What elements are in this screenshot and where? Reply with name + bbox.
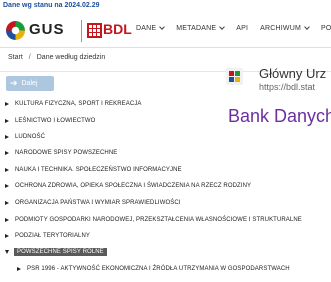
tree-item-podzial-terytorialny[interactable]: PODZIAŁ TERYTORIALNY bbox=[5, 230, 90, 242]
tree-item-label: NAUKA I TECHNIKA. SPOŁECZEŃSTWO INFORMAC… bbox=[15, 167, 182, 173]
tree-item-label: PODZIAŁ TERYTORIALNY bbox=[15, 233, 91, 239]
logo-divider bbox=[81, 20, 82, 42]
top-navbar: GUS BDL DANE METADANE API ARCHIWUM PO bbox=[0, 12, 331, 48]
nav-api[interactable]: API bbox=[236, 25, 248, 32]
breadcrumb-home[interactable]: Start bbox=[8, 54, 23, 61]
tree-item-label: KULTURA FIZYCZNA, SPORT I REKREACJA bbox=[15, 101, 142, 107]
tree-item-kultura-fizyczna[interactable]: KULTURA FIZYCZNA, SPORT I REKREACJA bbox=[5, 98, 142, 110]
tree-item-narodowe-spisy[interactable]: NARODOWE SPISY POWSZECHNE bbox=[5, 147, 117, 159]
tree-item-nauka[interactable]: NAUKA I TECHNIKA. SPOŁECZEŃSTWO INFORMAC… bbox=[5, 164, 182, 176]
bank-title: Bank Danych bbox=[228, 106, 331, 126]
nav-dane-label: DANE bbox=[136, 25, 157, 32]
triangle-right-icon[interactable] bbox=[17, 267, 21, 271]
triangle-right-icon[interactable] bbox=[5, 151, 9, 155]
nav-archiwum-label: ARCHIWUM bbox=[260, 25, 301, 32]
main-menu: DANE METADANE API ARCHIWUM PO bbox=[136, 24, 331, 32]
tree-item-label: LUDNOŚĆ bbox=[15, 134, 46, 140]
tree-item-ochrona-zdrowia[interactable]: OCHRONA ZDROWIA, OPIEKA SPOŁECZNA I ŚWIA… bbox=[5, 180, 251, 192]
triangle-right-icon[interactable] bbox=[5, 168, 9, 172]
tree-item-powszechne-spisy-rolne[interactable]: POWSZECHNE SPISY ROLNE bbox=[5, 246, 107, 258]
tree-item-lesnictwo[interactable]: LEŚNICTWO I ŁOWIECTWO bbox=[5, 115, 95, 127]
triangle-right-icon[interactable] bbox=[5, 135, 9, 139]
triangle-right-icon[interactable] bbox=[5, 234, 9, 238]
tree-item-label: ORGANIZACJA PAŃSTWA I WYMIAR SPRAWIEDLIW… bbox=[15, 200, 181, 206]
nav-dane[interactable]: DANE bbox=[136, 24, 166, 32]
next-button-label: Dalej bbox=[21, 80, 38, 87]
tree-item-label: NARODOWE SPISY POWSZECHNE bbox=[15, 150, 118, 156]
portal-favicon-icon bbox=[226, 68, 243, 85]
nav-archiwum[interactable]: ARCHIWUM bbox=[260, 24, 310, 32]
tree-item-ludnosc[interactable]: LUDNOŚĆ bbox=[5, 131, 45, 143]
chevron-down-icon bbox=[219, 24, 226, 30]
triangle-down-icon[interactable] bbox=[5, 250, 9, 254]
arrow-right-icon: ➔ bbox=[10, 77, 18, 88]
nav-po[interactable]: PO bbox=[321, 25, 331, 32]
nav-po-label: PO bbox=[321, 25, 331, 32]
tree-item-podmioty-gospodarki[interactable]: PODMIOTY GOSPODARKI NARODOWEJ, PRZEKSZTA… bbox=[5, 214, 302, 226]
portal-title: Główny Urz bbox=[259, 66, 327, 81]
nav-metadane[interactable]: METADANE bbox=[176, 24, 226, 32]
tree-item-label-selected: POWSZECHNE SPISY ROLNE bbox=[14, 248, 107, 256]
gus-logo-icon[interactable] bbox=[6, 21, 25, 40]
chevron-down-icon bbox=[159, 24, 166, 30]
next-button[interactable]: ➔ Dalej bbox=[6, 76, 54, 91]
data-state-label: Dane wg stanu na 2024.02.29 bbox=[3, 2, 100, 9]
tree-item-label: LEŚNICTWO I ŁOWIECTWO bbox=[15, 118, 96, 124]
tree-item-label: PSR 1996 - AKTYWNOŚĆ EKONOMICZNA I ŹRÓDŁ… bbox=[27, 266, 290, 272]
bdl-table-icon[interactable] bbox=[87, 23, 102, 38]
tree-item-organizacja-panstwa[interactable]: ORGANIZACJA PAŃSTWA I WYMIAR SPRAWIEDLIW… bbox=[5, 197, 181, 209]
chevron-down-icon bbox=[304, 24, 310, 30]
bdl-logo-text[interactable]: BDL bbox=[103, 21, 132, 37]
portal-url[interactable]: https://bdl.stat bbox=[259, 82, 315, 92]
triangle-right-icon[interactable] bbox=[5, 218, 9, 222]
breadcrumb-current: Dane według dziedzin bbox=[36, 54, 106, 61]
triangle-right-icon[interactable] bbox=[5, 102, 9, 106]
triangle-right-icon[interactable] bbox=[5, 201, 9, 205]
tree-item-label: OCHRONA ZDROWIA, OPIEKA SPOŁECZNA I ŚWIA… bbox=[15, 183, 252, 189]
tree-item-label: PODMIOTY GOSPODARKI NARODOWEJ, PRZEKSZTA… bbox=[15, 217, 302, 223]
triangle-right-icon[interactable] bbox=[5, 119, 9, 123]
nav-api-label: API bbox=[236, 25, 249, 32]
breadcrumb-separator: / bbox=[28, 54, 31, 61]
tree-item-psr-1996[interactable]: PSR 1996 - AKTYWNOŚĆ EKONOMICZNA I ŹRÓDŁ… bbox=[17, 263, 290, 275]
nav-metadane-label: METADANE bbox=[176, 25, 217, 32]
gus-logo-text[interactable]: GUS bbox=[29, 21, 65, 38]
triangle-right-icon[interactable] bbox=[5, 184, 9, 188]
breadcrumb: Start / Dane według dziedzin bbox=[8, 54, 105, 61]
